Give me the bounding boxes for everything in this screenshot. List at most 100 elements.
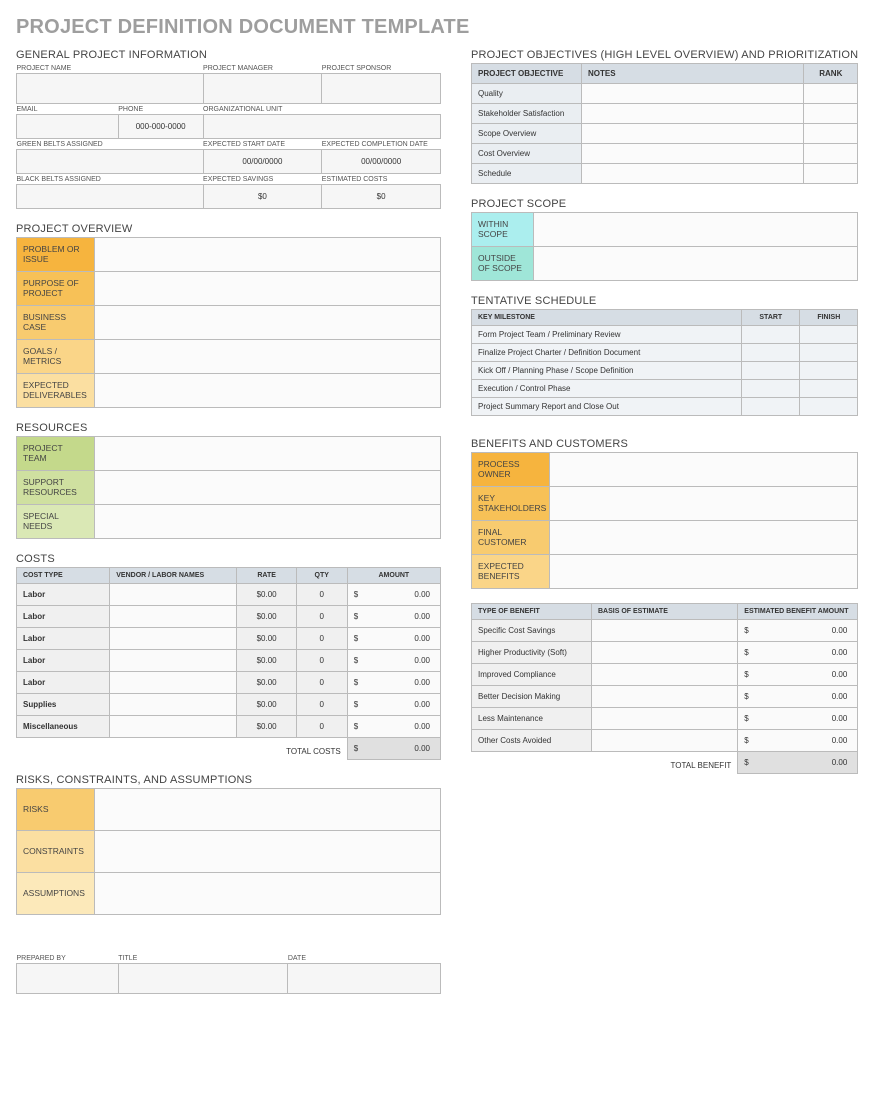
end-date-field[interactable]: 00/00/0000 bbox=[322, 150, 441, 174]
objective-rank[interactable] bbox=[804, 164, 858, 184]
amount-field: $0.00 bbox=[347, 650, 440, 672]
milestone-start[interactable] bbox=[742, 398, 800, 416]
risks-field[interactable] bbox=[95, 789, 441, 831]
benefit-type: Less Maintenance bbox=[472, 708, 592, 730]
benefit-amount: $0.00 bbox=[738, 642, 858, 664]
total-benefit-label: TOTAL BENEFIT bbox=[472, 752, 738, 774]
vendor-field[interactable] bbox=[110, 716, 237, 738]
vendor-field[interactable] bbox=[110, 694, 237, 716]
vendor-field[interactable] bbox=[110, 584, 237, 606]
objective-rank[interactable] bbox=[804, 124, 858, 144]
objective-rank[interactable] bbox=[804, 104, 858, 124]
objectives-header: PROJECT OBJECTIVE bbox=[472, 64, 582, 84]
schedule-header: KEY MILESTONE bbox=[472, 310, 742, 326]
qty-field[interactable]: 0 bbox=[296, 650, 347, 672]
benefits-field[interactable] bbox=[550, 521, 858, 555]
project-sponsor-field[interactable] bbox=[322, 74, 441, 104]
benefit-basis[interactable] bbox=[592, 686, 738, 708]
schedule-table: KEY MILESTONE START FINISH Form Project … bbox=[471, 309, 858, 416]
rate-field[interactable]: $0.00 bbox=[237, 694, 296, 716]
assumptions-field[interactable] bbox=[95, 873, 441, 915]
within-scope-field[interactable] bbox=[534, 213, 858, 247]
costs-field[interactable]: $0 bbox=[322, 185, 441, 209]
milestone: Project Summary Report and Close Out bbox=[472, 398, 742, 416]
phone-label: PHONE bbox=[118, 104, 203, 115]
rate-field[interactable]: $0.00 bbox=[237, 584, 296, 606]
green-belts-field[interactable] bbox=[17, 150, 204, 174]
qty-field[interactable]: 0 bbox=[296, 584, 347, 606]
constraints-field[interactable] bbox=[95, 831, 441, 873]
end-date-label: EXPECTED COMPLETION DATE bbox=[322, 139, 441, 150]
date-field[interactable] bbox=[288, 963, 441, 993]
benefits-label: FINAL CUSTOMER bbox=[472, 521, 550, 555]
project-name-field[interactable] bbox=[17, 74, 204, 104]
within-scope-label: WITHIN SCOPE bbox=[472, 213, 534, 247]
benefits-field[interactable] bbox=[550, 555, 858, 589]
vendor-field[interactable] bbox=[110, 672, 237, 694]
risks-table: RISKS CONSTRAINTS ASSUMPTIONS bbox=[16, 788, 441, 915]
objective-notes[interactable] bbox=[582, 84, 804, 104]
benefit-basis[interactable] bbox=[592, 642, 738, 664]
overview-field[interactable] bbox=[95, 340, 441, 374]
project-manager-field[interactable] bbox=[203, 74, 322, 104]
benefits-field[interactable] bbox=[550, 453, 858, 487]
rate-field[interactable]: $0.00 bbox=[237, 606, 296, 628]
objective-notes[interactable] bbox=[582, 104, 804, 124]
rate-field[interactable]: $0.00 bbox=[237, 628, 296, 650]
objective-notes[interactable] bbox=[582, 164, 804, 184]
black-belts-field[interactable] bbox=[17, 185, 204, 209]
milestone-finish[interactable] bbox=[800, 362, 858, 380]
milestone-start[interactable] bbox=[742, 344, 800, 362]
benefit-amount-table: TYPE OF BENEFIT BASIS OF ESTIMATE ESTIMA… bbox=[471, 603, 858, 774]
start-date-field[interactable]: 00/00/0000 bbox=[203, 150, 322, 174]
rate-field[interactable]: $0.00 bbox=[237, 650, 296, 672]
resources-field[interactable] bbox=[95, 437, 441, 471]
benefit-basis[interactable] bbox=[592, 708, 738, 730]
project-sponsor-label: PROJECT SPONSOR bbox=[322, 63, 441, 74]
prepared-by-field[interactable] bbox=[17, 963, 119, 993]
section-costs-title: COSTS bbox=[16, 553, 441, 565]
cost-type: Labor bbox=[17, 584, 110, 606]
overview-field[interactable] bbox=[95, 238, 441, 272]
overview-field[interactable] bbox=[95, 272, 441, 306]
benefit-basis[interactable] bbox=[592, 730, 738, 752]
cost-type: Labor bbox=[17, 672, 110, 694]
objective-notes[interactable] bbox=[582, 124, 804, 144]
outside-scope-field[interactable] bbox=[534, 247, 858, 281]
vendor-field[interactable] bbox=[110, 628, 237, 650]
milestone-start[interactable] bbox=[742, 380, 800, 398]
benefit-amount: $0.00 bbox=[738, 620, 858, 642]
vendor-field[interactable] bbox=[110, 606, 237, 628]
milestone-finish[interactable] bbox=[800, 344, 858, 362]
rate-field[interactable]: $0.00 bbox=[237, 716, 296, 738]
qty-field[interactable]: 0 bbox=[296, 672, 347, 694]
qty-field[interactable]: 0 bbox=[296, 606, 347, 628]
resources-field[interactable] bbox=[95, 471, 441, 505]
benefit-basis[interactable] bbox=[592, 620, 738, 642]
org-unit-field[interactable] bbox=[203, 115, 440, 139]
objective-rank[interactable] bbox=[804, 84, 858, 104]
title-field[interactable] bbox=[118, 963, 288, 993]
milestone-start[interactable] bbox=[742, 362, 800, 380]
qty-field[interactable]: 0 bbox=[296, 716, 347, 738]
benefit-basis[interactable] bbox=[592, 664, 738, 686]
total-costs-label: TOTAL COSTS bbox=[17, 738, 348, 760]
overview-field[interactable] bbox=[95, 306, 441, 340]
phone-field[interactable]: 000-000-0000 bbox=[118, 115, 203, 139]
milestone-finish[interactable] bbox=[800, 326, 858, 344]
benefits-field[interactable] bbox=[550, 487, 858, 521]
objective-notes[interactable] bbox=[582, 144, 804, 164]
qty-field[interactable]: 0 bbox=[296, 694, 347, 716]
savings-field[interactable]: $0 bbox=[203, 185, 322, 209]
vendor-field[interactable] bbox=[110, 650, 237, 672]
milestone-start[interactable] bbox=[742, 326, 800, 344]
milestone-finish[interactable] bbox=[800, 398, 858, 416]
objective-rank[interactable] bbox=[804, 144, 858, 164]
black-belts-label: BLACK BELTS ASSIGNED bbox=[17, 174, 204, 185]
milestone-finish[interactable] bbox=[800, 380, 858, 398]
overview-field[interactable] bbox=[95, 374, 441, 408]
rate-field[interactable]: $0.00 bbox=[237, 672, 296, 694]
email-field[interactable] bbox=[17, 115, 119, 139]
resources-field[interactable] bbox=[95, 505, 441, 539]
qty-field[interactable]: 0 bbox=[296, 628, 347, 650]
